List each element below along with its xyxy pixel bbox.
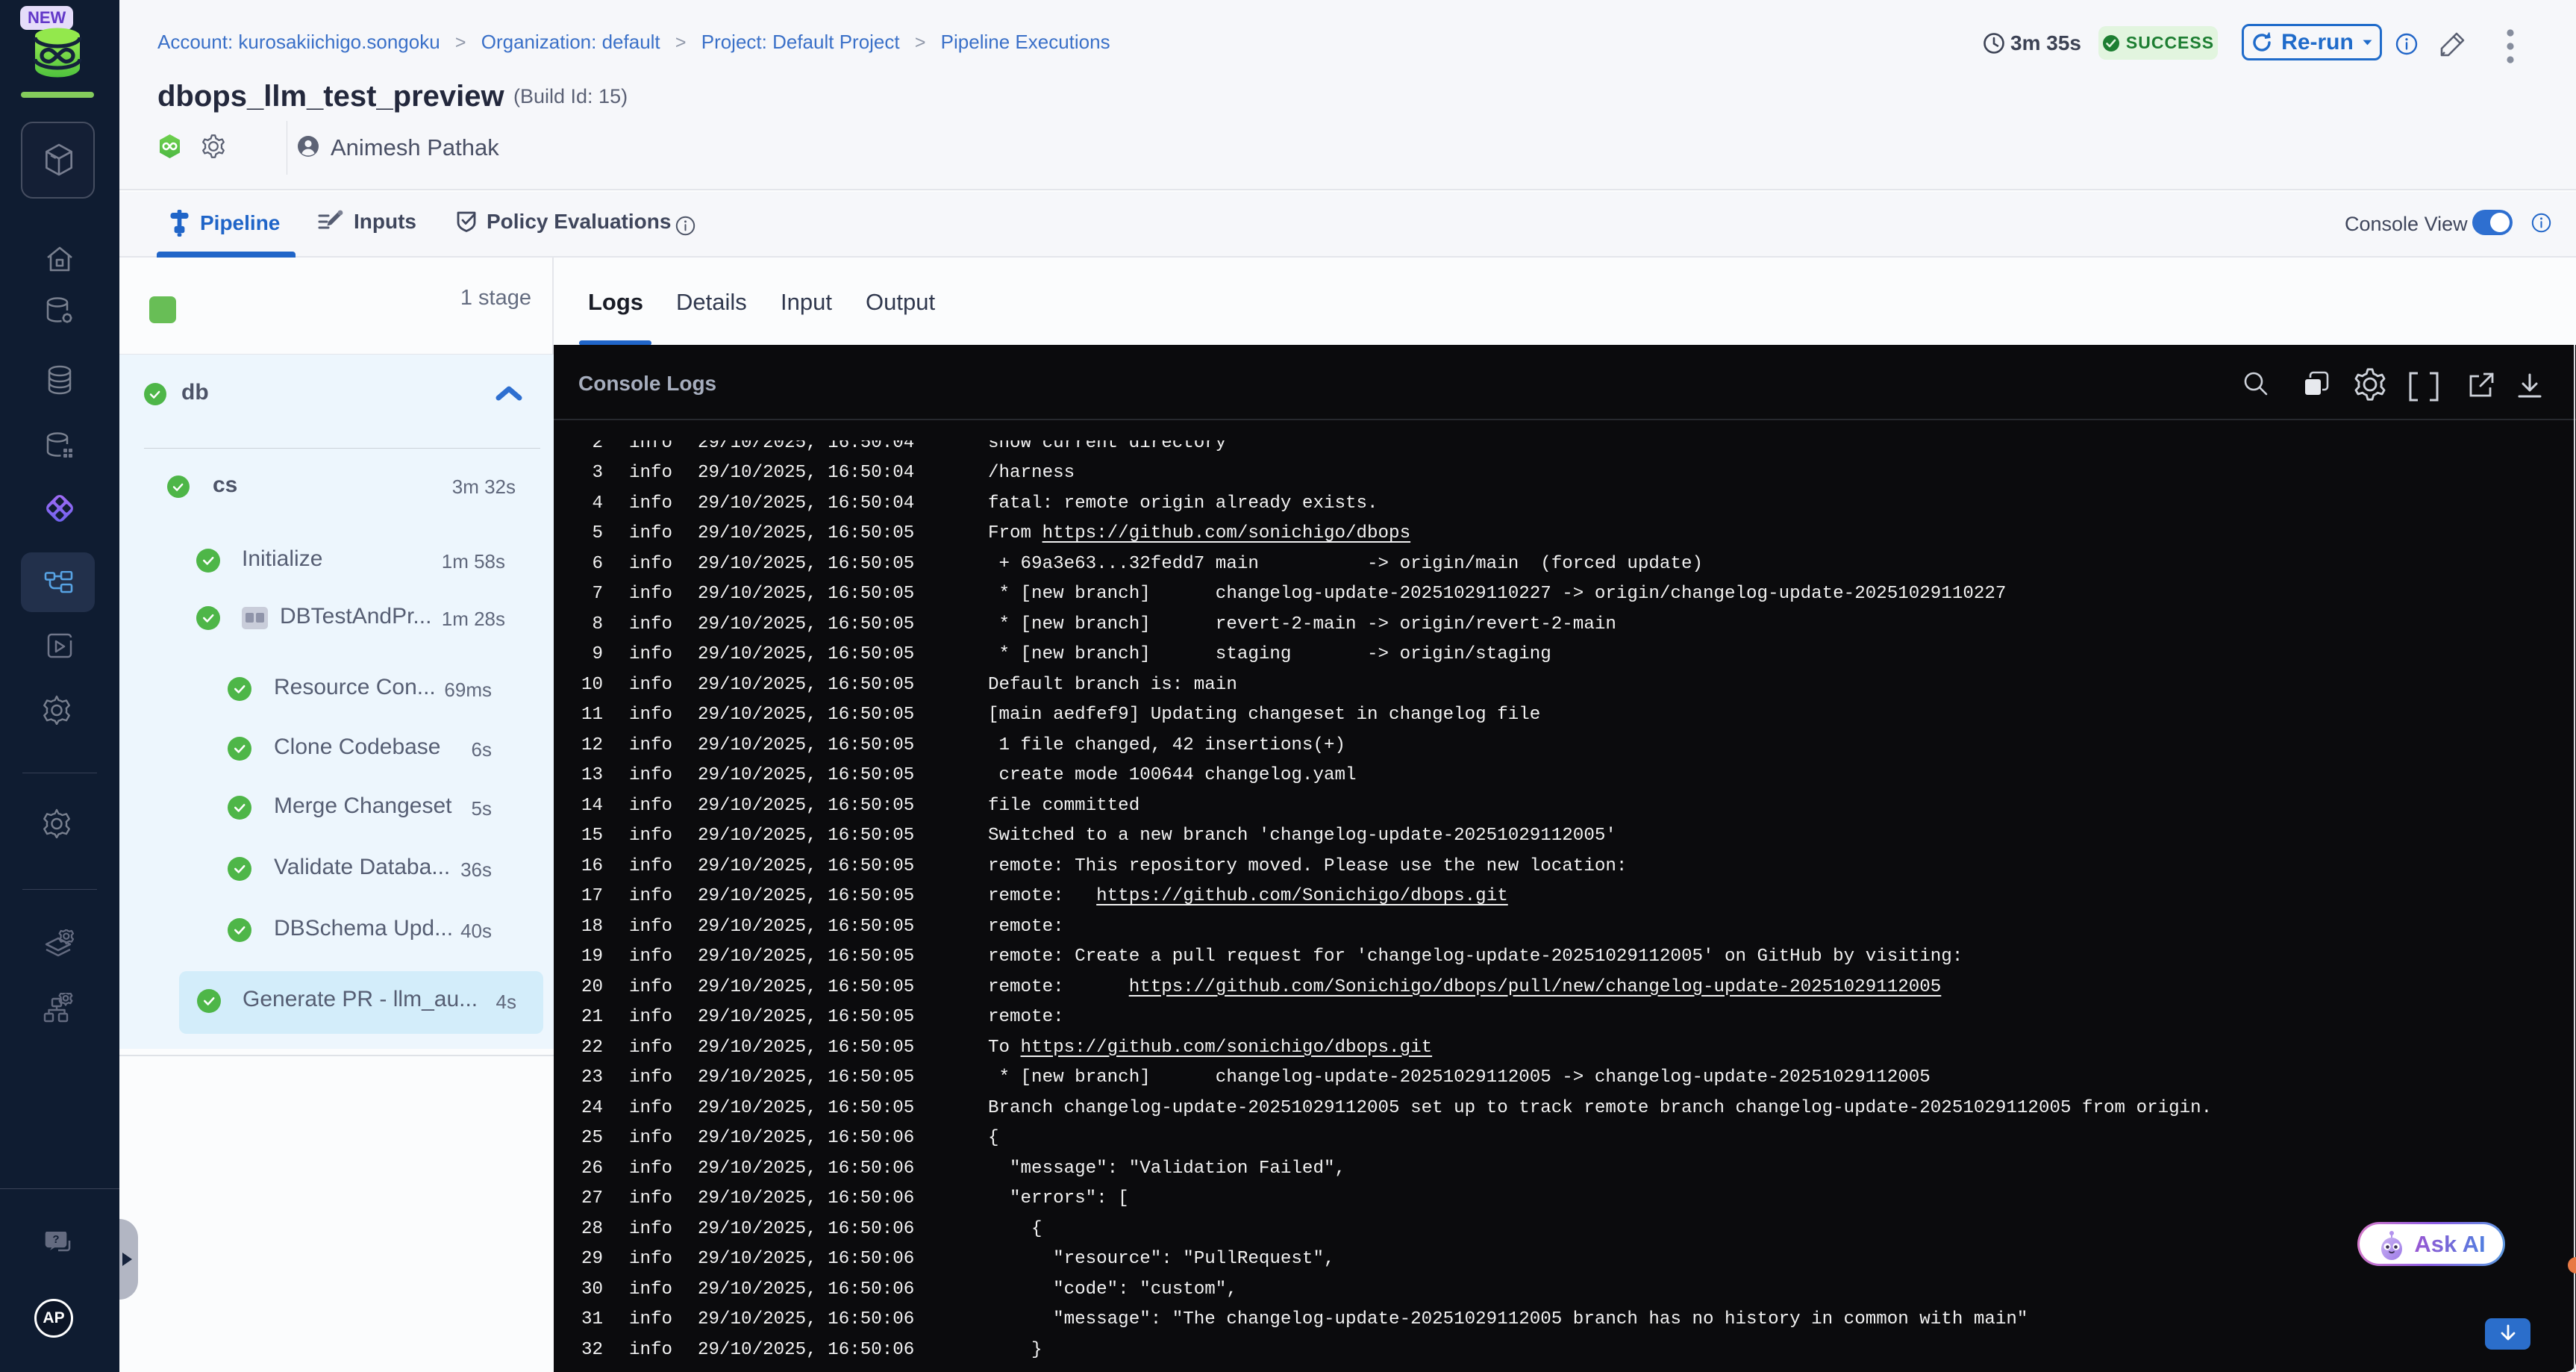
svg-text:?: ?	[52, 1233, 59, 1246]
